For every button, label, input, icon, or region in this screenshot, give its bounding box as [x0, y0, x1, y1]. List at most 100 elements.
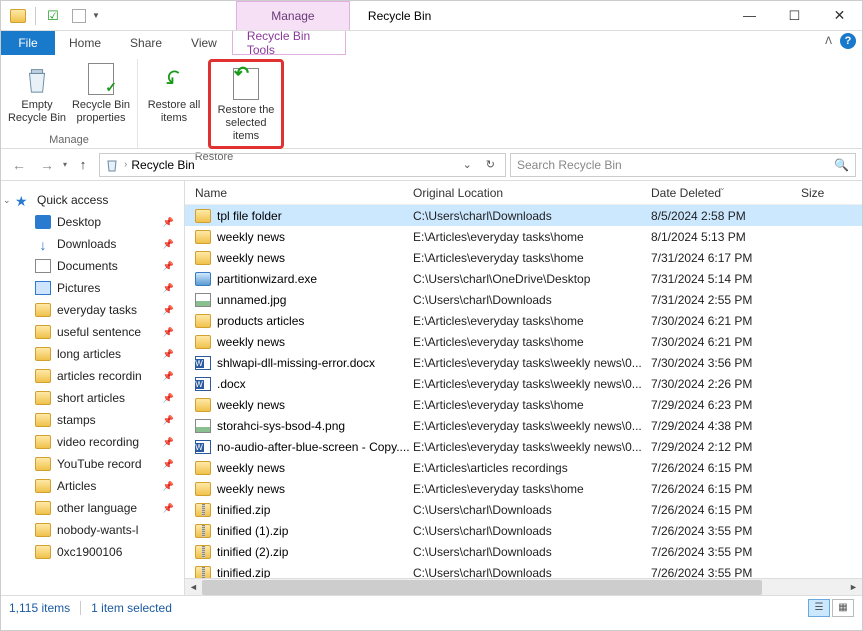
file-name: .docx: [217, 377, 246, 391]
qat-new-folder-icon[interactable]: [68, 5, 90, 27]
qat-properties-icon[interactable]: ☑: [42, 5, 64, 27]
sidebar-item-articles-recordin[interactable]: articles recordin📌: [1, 365, 184, 387]
thumbnails-view-button[interactable]: ▦: [832, 599, 854, 617]
help-icon[interactable]: ?: [840, 33, 856, 49]
restore-all-items-button[interactable]: ↶ Restore all items: [144, 59, 204, 149]
sidebar-item-useful-sentence[interactable]: useful sentence📌: [1, 321, 184, 343]
file-name: tinified (2).zip: [217, 545, 288, 559]
file-row[interactable]: partitionwizard.exeC:\Users\charl\OneDri…: [185, 268, 862, 289]
file-row[interactable]: weekly newsE:\Articles\everyday tasks\ho…: [185, 247, 862, 268]
view-tab[interactable]: View: [177, 31, 232, 55]
history-dropdown-icon[interactable]: ▾: [63, 160, 67, 169]
scroll-thumb[interactable]: [202, 580, 762, 595]
file-row[interactable]: weekly newsE:\Articles\articles recordin…: [185, 457, 862, 478]
sidebar-item-label: nobody-wants-l: [57, 523, 138, 537]
scroll-track[interactable]: [202, 579, 845, 596]
ribbon-toggle-icon[interactable]: ᐱ: [825, 36, 832, 47]
recycle-bin-tools-tab[interactable]: Recycle Bin Tools: [232, 31, 346, 55]
address-location[interactable]: Recycle Bin: [131, 158, 194, 172]
folder-icon: [35, 523, 51, 537]
file-row[interactable]: weekly newsE:\Articles\everyday tasks\ho…: [185, 478, 862, 499]
back-button[interactable]: ←: [7, 153, 31, 177]
address-bar[interactable]: › Recycle Bin ⌄ ↻: [99, 153, 506, 177]
qat-dropdown-icon[interactable]: ▼: [92, 11, 100, 20]
sidebar-item-label: Pictures: [57, 281, 100, 295]
pin-icon: 📌: [163, 393, 174, 404]
file-row[interactable]: no-audio-after-blue-screen - Copy....E:\…: [185, 436, 862, 457]
breadcrumb-chevron-icon[interactable]: ›: [124, 159, 127, 170]
sidebar-item-0xc1900106[interactable]: 0xc1900106: [1, 541, 184, 563]
sidebar-item-nobody-wants-l[interactable]: nobody-wants-l: [1, 519, 184, 541]
ribbon-tabs: File Home Share View Recycle Bin Tools ᐱ…: [1, 31, 862, 55]
props-label: Recycle Bin properties: [71, 99, 131, 125]
sidebar-item-youtube-record[interactable]: YouTube record📌: [1, 453, 184, 475]
file-row[interactable]: tpl file folderC:\Users\charl\Downloads8…: [185, 205, 862, 226]
share-tab[interactable]: Share: [116, 31, 177, 55]
file-row[interactable]: shlwapi-dll-missing-error.docxE:\Article…: [185, 352, 862, 373]
file-row[interactable]: storahci-sys-bsod-4.pngE:\Articles\every…: [185, 415, 862, 436]
sidebar-item-label: stamps: [57, 413, 96, 427]
recycle-bin-properties-button[interactable]: Recycle Bin properties: [71, 59, 131, 132]
refresh-icon[interactable]: ↻: [480, 158, 501, 171]
ribbon: Empty Recycle Bin Recycle Bin properties…: [1, 55, 862, 149]
file-row[interactable]: weekly newsE:\Articles\everyday tasks\ho…: [185, 226, 862, 247]
column-size[interactable]: Size: [801, 186, 862, 200]
address-dropdown-icon[interactable]: ⌄: [457, 158, 478, 171]
column-original-location[interactable]: Original Location: [413, 186, 651, 200]
doc-icon: [195, 356, 211, 370]
restore-selected-items-button[interactable]: Restore the selected items: [213, 64, 279, 144]
file-date: 7/26/2024 6:15 PM: [651, 461, 811, 475]
empty-recycle-bin-button[interactable]: Empty Recycle Bin: [7, 59, 67, 132]
file-tab[interactable]: File: [1, 31, 55, 55]
ribbon-group-manage: Empty Recycle Bin Recycle Bin properties…: [1, 59, 138, 148]
scroll-left-button[interactable]: ◄: [185, 579, 202, 596]
qat-folder-icon[interactable]: [7, 5, 29, 27]
file-location: C:\Users\charl\Downloads: [413, 503, 651, 517]
details-view-button[interactable]: ☰: [808, 599, 830, 617]
sidebar-item-articles[interactable]: Articles📌: [1, 475, 184, 497]
sidebar-item-short-articles[interactable]: short articles📌: [1, 387, 184, 409]
file-row[interactable]: tinified (1).zipC:\Users\charl\Downloads…: [185, 520, 862, 541]
chevron-down-icon[interactable]: ⌄: [3, 195, 11, 206]
context-tab-header: Manage: [236, 1, 350, 30]
file-name: no-audio-after-blue-screen - Copy....: [217, 440, 410, 454]
file-row[interactable]: tinified.zipC:\Users\charl\Downloads7/26…: [185, 562, 862, 578]
column-name[interactable]: Name: [195, 186, 413, 200]
sidebar-item-pictures[interactable]: Pictures📌: [1, 277, 184, 299]
file-list[interactable]: tpl file folderC:\Users\charl\Downloads8…: [185, 205, 862, 578]
home-tab[interactable]: Home: [55, 31, 116, 55]
sidebar-item-everyday-tasks[interactable]: everyday tasks📌: [1, 299, 184, 321]
folder-icon: [35, 391, 51, 405]
file-row[interactable]: weekly newsE:\Articles\everyday tasks\ho…: [185, 394, 862, 415]
sidebar-item-stamps[interactable]: stamps📌: [1, 409, 184, 431]
file-row[interactable]: products articlesE:\Articles\everyday ta…: [185, 310, 862, 331]
sidebar-item-other-language[interactable]: other language📌: [1, 497, 184, 519]
maximize-button[interactable]: ☐: [772, 1, 817, 30]
close-button[interactable]: ✕: [817, 1, 862, 30]
column-date-deleted[interactable]: Date Deleted⌄: [651, 186, 801, 200]
quick-access-toolbar: ☑ ▼: [1, 1, 106, 30]
sidebar-item-downloads[interactable]: ↓Downloads📌: [1, 233, 184, 255]
horizontal-scrollbar[interactable]: ◄ ►: [185, 578, 862, 595]
restore-selected-icon: [233, 68, 259, 100]
scroll-right-button[interactable]: ►: [845, 579, 862, 596]
sidebar-item-label: long articles: [57, 347, 121, 361]
zip-icon: [195, 524, 211, 538]
navigation-pane[interactable]: ⌄ ★ Quick access Desktop📌↓Downloads📌Docu…: [1, 181, 185, 595]
forward-button[interactable]: →: [35, 153, 59, 177]
sidebar-item-documents[interactable]: Documents📌: [1, 255, 184, 277]
sidebar-item-video-recording[interactable]: video recording📌: [1, 431, 184, 453]
file-row[interactable]: tinified.zipC:\Users\charl\Downloads7/26…: [185, 499, 862, 520]
search-input[interactable]: Search Recycle Bin 🔍: [510, 153, 856, 177]
file-date: 7/26/2024 6:15 PM: [651, 503, 811, 517]
up-button[interactable]: ↑: [71, 153, 95, 177]
minimize-button[interactable]: —: [727, 1, 772, 30]
file-location: E:\Articles\everyday tasks\home: [413, 251, 651, 265]
file-row[interactable]: .docxE:\Articles\everyday tasks\weekly n…: [185, 373, 862, 394]
file-row[interactable]: tinified (2).zipC:\Users\charl\Downloads…: [185, 541, 862, 562]
file-row[interactable]: weekly newsE:\Articles\everyday tasks\ho…: [185, 331, 862, 352]
file-row[interactable]: unnamed.jpgC:\Users\charl\Downloads7/31/…: [185, 289, 862, 310]
quick-access-root[interactable]: ⌄ ★ Quick access: [1, 189, 184, 211]
sidebar-item-desktop[interactable]: Desktop📌: [1, 211, 184, 233]
sidebar-item-long-articles[interactable]: long articles📌: [1, 343, 184, 365]
